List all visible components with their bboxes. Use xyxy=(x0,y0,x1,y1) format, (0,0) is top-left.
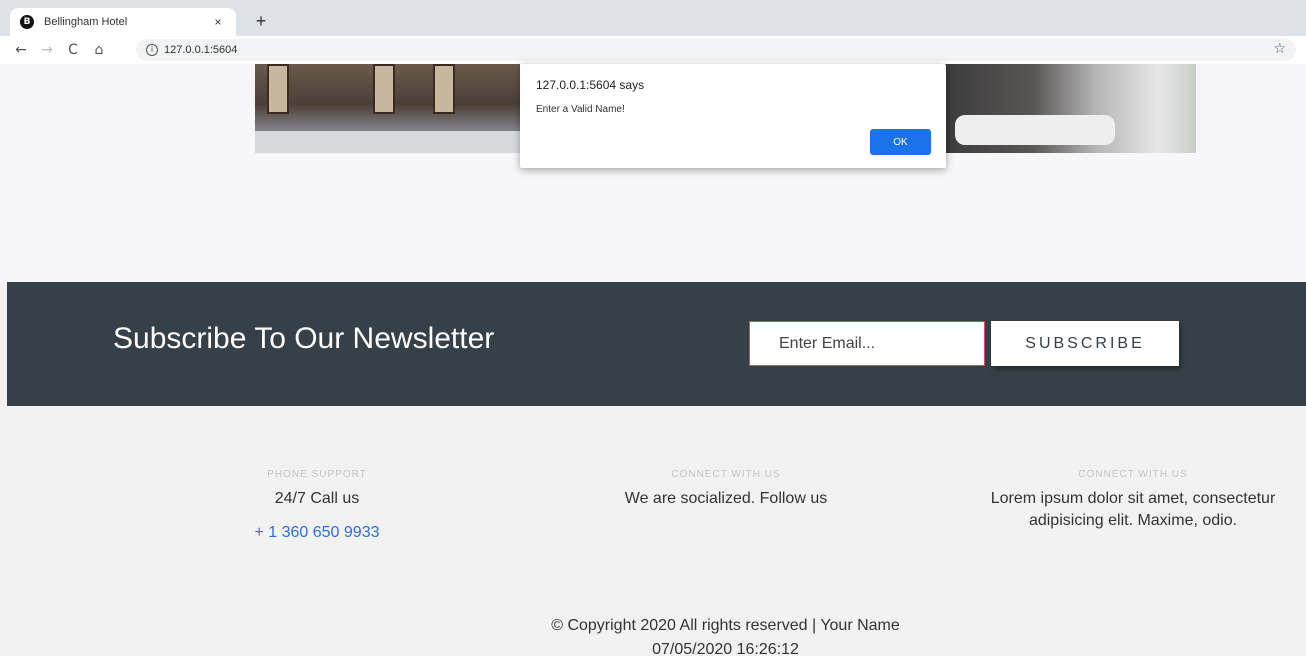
browser-toolbar: ← → C ⌂ i 127.0.0.1:5604 ☆ xyxy=(0,36,1306,64)
about-text: Lorem ipsum dolor sit amet, consectetur … xyxy=(990,490,1276,529)
room-photo-left xyxy=(255,64,520,153)
window-shape xyxy=(267,64,289,114)
url-text: 127.0.0.1:5604 xyxy=(164,44,238,56)
dialog-title: 127.0.0.1:5604 says xyxy=(536,78,645,92)
bookmark-star-icon[interactable]: ☆ xyxy=(1273,41,1286,57)
room-photo-right xyxy=(945,64,1196,153)
browser-tabstrip: B Bellingham Hotel × + xyxy=(0,0,1306,36)
info-icon[interactable]: i xyxy=(146,44,158,56)
dialog-message: Enter a Valid Name! xyxy=(536,104,625,115)
email-input[interactable] xyxy=(749,321,985,366)
phone-support-label: PHONE SUPPORT xyxy=(267,469,367,480)
home-icon[interactable]: ⌂ xyxy=(86,42,112,58)
subscribe-button[interactable]: SUBSCRIBE xyxy=(991,321,1179,366)
social-label: CONNECT WITH US xyxy=(671,469,781,480)
bed-shape xyxy=(955,115,1115,145)
reload-icon[interactable]: C xyxy=(60,42,86,58)
phone-support-text: 24/7 Call us xyxy=(274,490,360,507)
address-bar[interactable]: i 127.0.0.1:5604 ☆ xyxy=(136,39,1296,61)
window-shape xyxy=(373,64,395,114)
social-text: We are socialized. Follow us xyxy=(624,490,828,507)
forward-arrow-icon[interactable]: → xyxy=(34,42,60,58)
copyright: © Copyright 2020 All rights reserved | Y… xyxy=(453,614,998,656)
alert-dialog: 127.0.0.1:5604 says Enter a Valid Name! … xyxy=(520,64,946,168)
social-column: CONNECT WITH US We are socialized. Follo… xyxy=(576,469,876,510)
browser-tab[interactable]: B Bellingham Hotel × xyxy=(10,8,236,36)
hotel-favicon-icon: B xyxy=(20,15,34,29)
about-label: CONNECT WITH US xyxy=(1078,469,1188,480)
newsletter-section: Subscribe To Our Newsletter SUBSCRIBE xyxy=(7,282,1306,406)
about-column: CONNECT WITH US Lorem ipsum dolor sit am… xyxy=(960,469,1306,532)
phone-number-link[interactable]: + 1 360 650 9933 xyxy=(217,524,417,542)
back-arrow-icon[interactable]: ← xyxy=(8,42,34,58)
tab-title: Bellingham Hotel xyxy=(44,16,128,28)
close-icon[interactable]: × xyxy=(210,15,226,29)
bed-shape xyxy=(255,131,520,153)
newsletter-title: Subscribe To Our Newsletter xyxy=(113,322,495,355)
window-shape xyxy=(433,64,455,114)
new-tab-button[interactable]: + xyxy=(250,11,272,33)
ok-button[interactable]: OK xyxy=(870,129,931,155)
phone-support-column: PHONE SUPPORT 24/7 Call us + 1 360 650 9… xyxy=(217,469,417,542)
copyright-text: © Copyright 2020 All rights reserved | Y… xyxy=(551,617,900,634)
datetime-text: 07/05/2020 16:26:12 xyxy=(652,641,799,656)
